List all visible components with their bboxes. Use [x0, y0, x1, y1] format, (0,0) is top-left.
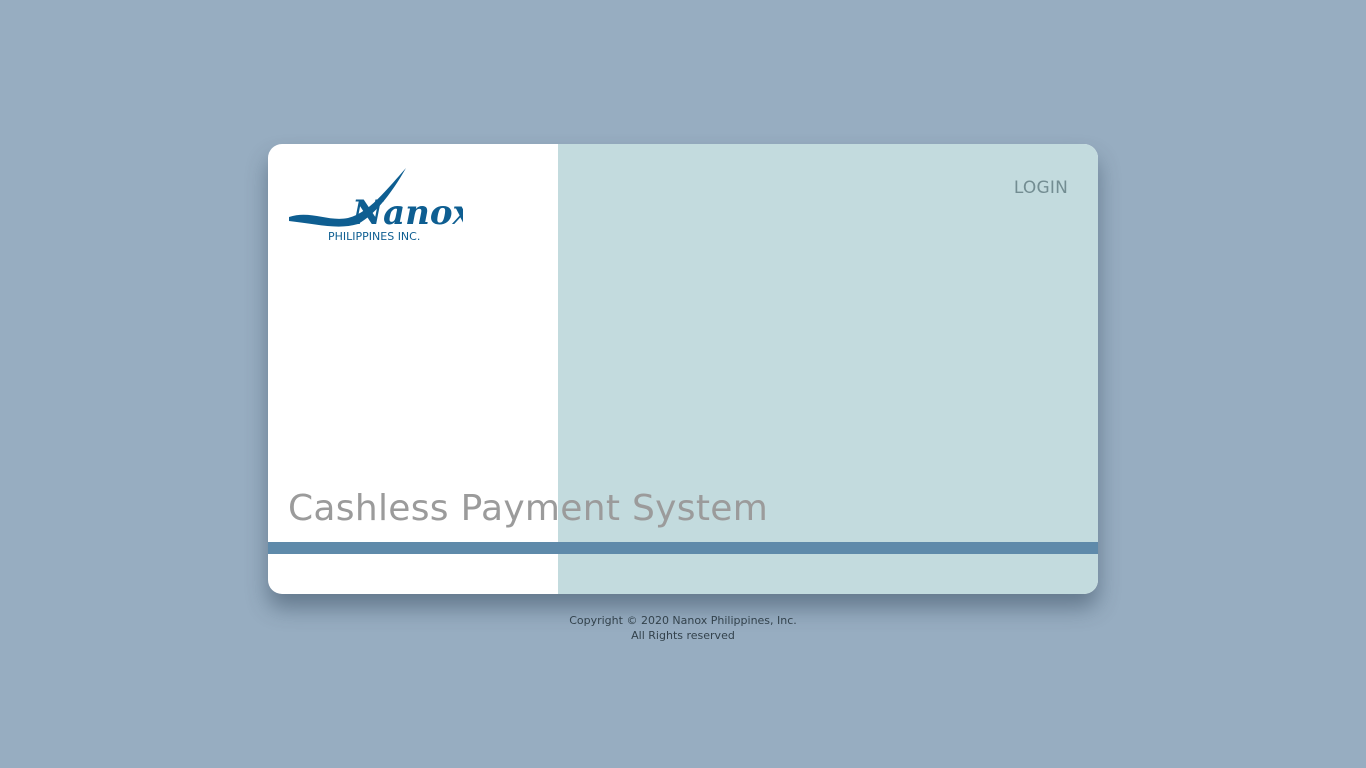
login-link[interactable]: LOGIN	[1014, 178, 1068, 198]
nanox-logo: Nanox PHILIPPINES INC.	[289, 168, 463, 242]
accent-stripe	[268, 542, 1098, 554]
svg-text:PHILIPPINES INC.: PHILIPPINES INC.	[328, 230, 420, 242]
rights-text: All Rights reserved	[631, 629, 735, 642]
page-title: Cashless Payment System	[288, 488, 769, 529]
copyright-text: Copyright © 2020 Nanox Philippines, Inc.	[569, 614, 797, 627]
svg-text:Nanox: Nanox	[351, 193, 463, 233]
login-card: Nanox PHILIPPINES INC. LOGIN Cashless Pa…	[268, 144, 1098, 594]
footer: Copyright © 2020 Nanox Philippines, Inc.…	[0, 613, 1366, 643]
